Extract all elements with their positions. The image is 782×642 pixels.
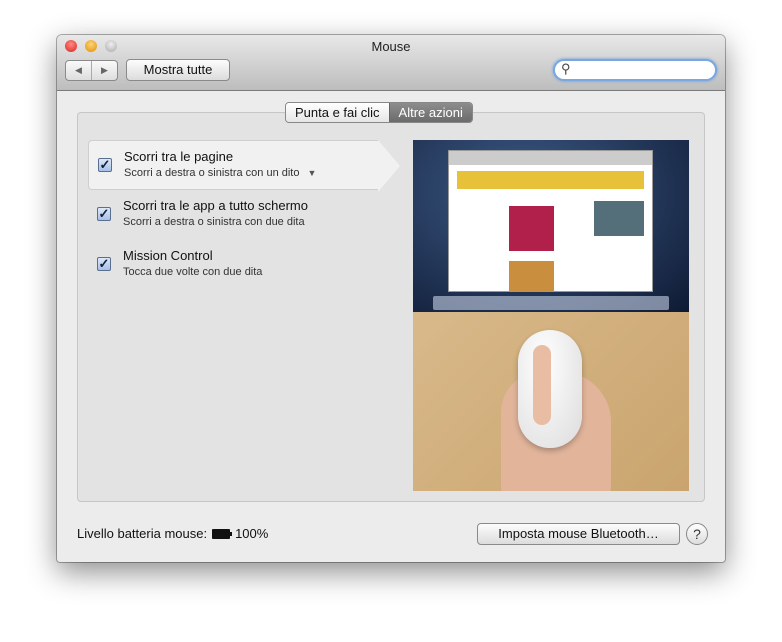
preview-browser-window	[448, 150, 653, 292]
checkbox-swipe-pages[interactable]: ✓	[98, 158, 112, 172]
toolbar: Mouse ◀ ▶ Mostra tutte ⚲	[57, 35, 725, 91]
battery-value: 100%	[235, 526, 269, 541]
gesture-preview-video	[413, 140, 689, 491]
battery-icon	[212, 528, 233, 539]
preview-screen	[413, 140, 689, 312]
setup-bluetooth-mouse-button[interactable]: Imposta mouse Bluetooth…	[477, 523, 680, 545]
option-mission-control[interactable]: ✓ Mission Control Tocca due volte con du…	[88, 240, 398, 290]
option-swipe-fullscreen-apps[interactable]: ✓ Scorri tra le app a tutto schermo Scor…	[88, 190, 398, 240]
checkbox-mission-control[interactable]: ✓	[97, 257, 111, 271]
battery-level: Livello batteria mouse: 100%	[77, 526, 268, 541]
option-subtitle: Tocca due volte con due dita	[123, 266, 263, 278]
option-title: Scorri tra le pagine	[124, 149, 234, 164]
mouse-preferences-window: Mouse ◀ ▶ Mostra tutte ⚲ Punta e fai cli…	[57, 35, 725, 562]
chevron-down-icon[interactable]: ▼	[307, 168, 316, 178]
window-title: Mouse	[371, 39, 411, 54]
tab-point-and-click[interactable]: Punta e fai clic	[286, 103, 389, 122]
tab-bar: Punta e fai clic Altre azioni	[285, 102, 473, 123]
tab-more-gestures[interactable]: Altre azioni	[388, 103, 472, 122]
battery-label: Livello batteria mouse:	[77, 526, 208, 541]
gestures-panel: ✓ Scorri tra le pagine Scorri a destra o…	[77, 112, 705, 502]
checkbox-swipe-fullscreen-apps[interactable]: ✓	[97, 207, 111, 221]
back-icon[interactable]: ◀	[66, 61, 92, 80]
option-subtitle-text: Scorri a destra o sinistra con un dito	[124, 167, 300, 179]
option-subtitle: Scorri a destra o sinistra con due dita	[123, 216, 305, 228]
search-icon: ⚲	[561, 61, 571, 76]
show-all-button[interactable]: Mostra tutte	[126, 59, 230, 81]
help-button[interactable]: ?	[686, 523, 708, 545]
selection-arrow	[378, 140, 400, 192]
option-subtitle[interactable]: Scorri a destra o sinistra con un dito ▼	[124, 167, 316, 179]
option-title: Mission Control	[123, 248, 213, 263]
option-swipe-pages[interactable]: ✓ Scorri tra le pagine Scorri a destra o…	[88, 140, 400, 192]
preview-desk	[413, 312, 689, 491]
finger-illustration	[533, 345, 551, 425]
search-input[interactable]: ⚲	[553, 59, 717, 81]
preview-dock	[433, 296, 669, 310]
back-forward-control[interactable]: ◀ ▶	[65, 60, 118, 81]
forward-icon[interactable]: ▶	[92, 61, 117, 80]
option-title: Scorri tra le app a tutto schermo	[123, 198, 308, 213]
